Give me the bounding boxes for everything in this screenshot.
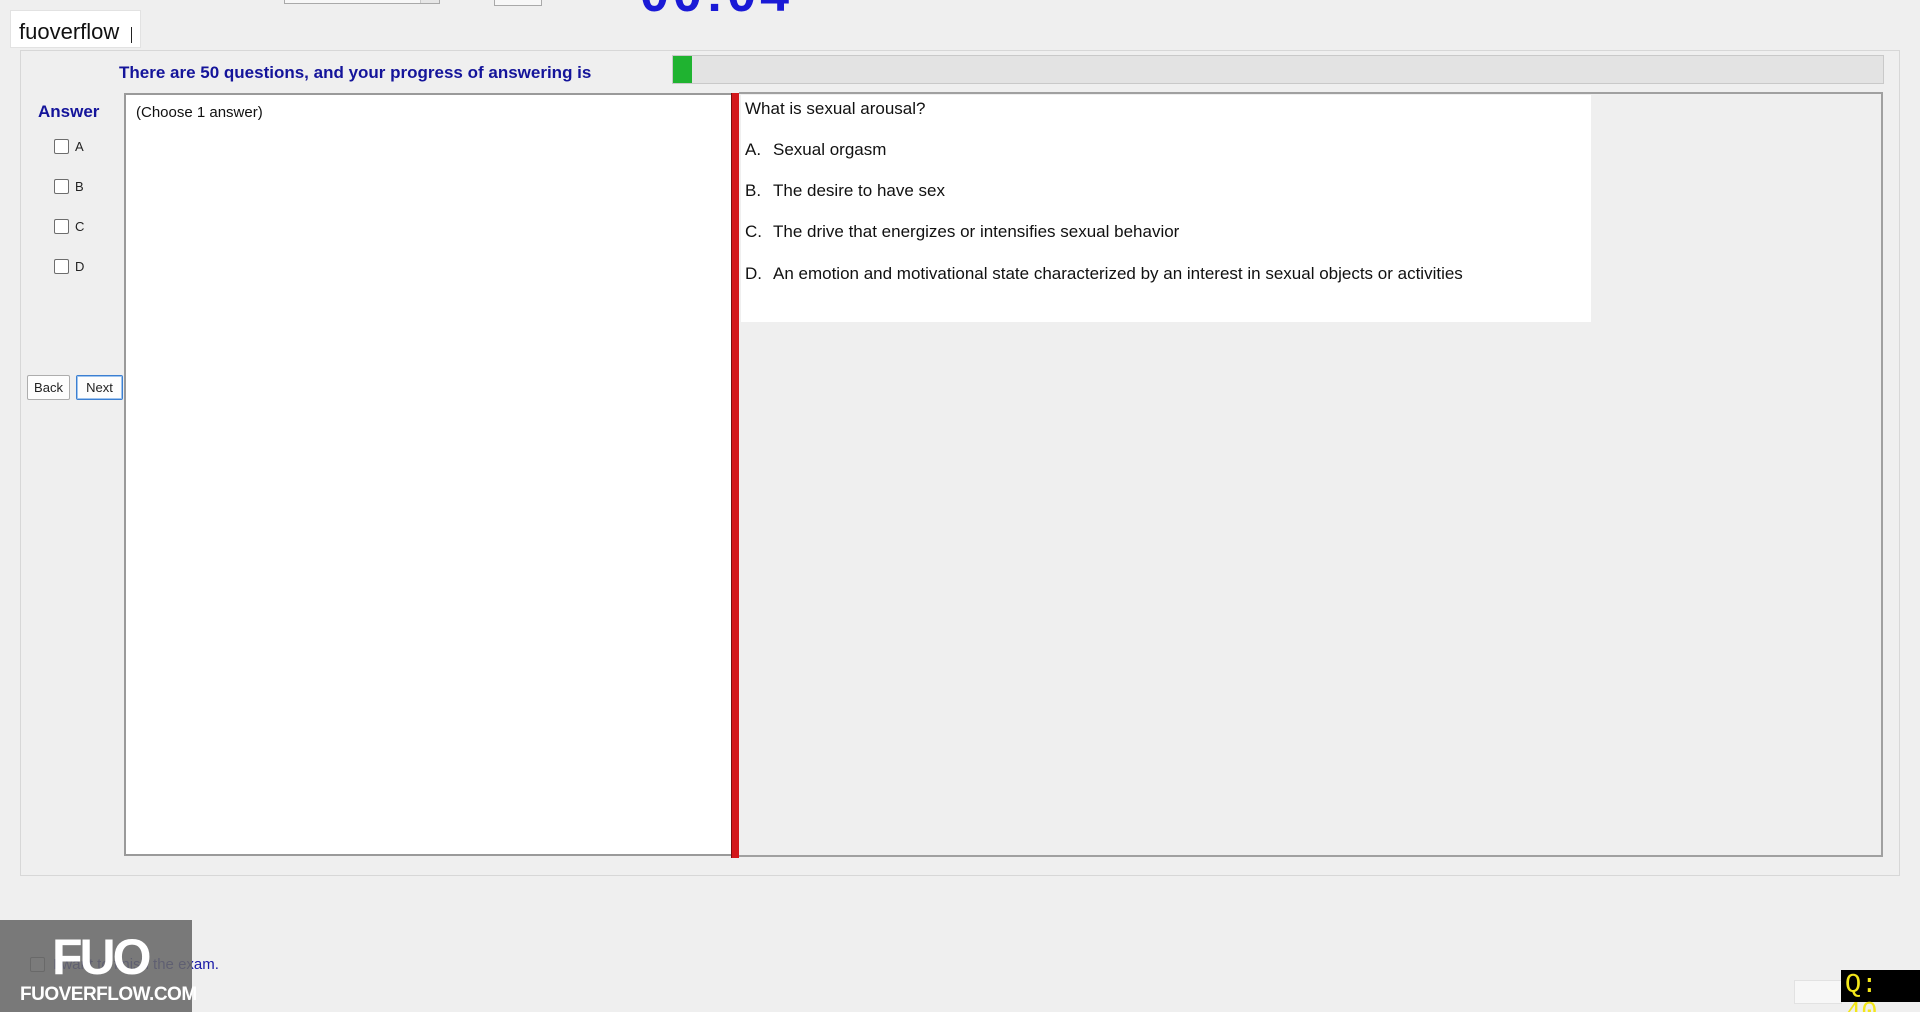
splitter-handle[interactable] (731, 93, 739, 858)
text-caret (131, 27, 133, 43)
checkbox-a[interactable] (54, 139, 69, 154)
logo-text: FUOVERFLOW.COM (20, 984, 197, 1005)
choice-text: The drive that energizes or intensifies … (773, 222, 1180, 241)
answer-option-a[interactable]: A (54, 139, 84, 154)
choice-text: An emotion and motivational state charac… (773, 264, 1463, 283)
option-label-b: B (75, 179, 84, 194)
choice-letter: D. (745, 264, 762, 283)
choice-letter: A. (745, 140, 762, 159)
top-small-field[interactable] (494, 0, 542, 6)
question-box: What is sexual arousal? A. Sexual orgasm … (741, 95, 1591, 322)
question-number-field[interactable] (1794, 980, 1842, 1004)
option-label-d: D (75, 259, 85, 274)
answer-pane: (Choose 1 answer) (124, 93, 733, 856)
next-button[interactable]: Next (76, 375, 123, 400)
choice-text: Sexual orgasm (773, 140, 887, 159)
option-label-c: C (75, 219, 85, 234)
answer-title: Answer (38, 102, 100, 121)
choice-d: D. An emotion and motivational state char… (745, 264, 1463, 284)
back-button[interactable]: Back (27, 375, 70, 400)
watermark-text: fuoverflow (19, 19, 120, 44)
question-text: What is sexual arousal? (745, 99, 926, 118)
top-combo-box[interactable] (284, 0, 440, 4)
checkbox-d[interactable] (54, 259, 69, 274)
answer-option-c[interactable]: C (54, 219, 84, 234)
progress-bar (672, 55, 1884, 84)
choice-a: A. Sexual orgasm (745, 140, 886, 160)
choice-b: B. The desire to have sex (745, 181, 945, 201)
option-label-a: A (75, 139, 84, 154)
answer-option-d[interactable]: D (54, 259, 84, 274)
progress-fill (673, 56, 693, 83)
watermark-text-box[interactable]: fuoverflow (10, 10, 141, 48)
answer-option-b[interactable]: B (54, 179, 84, 194)
fuoverflow-logo: FUO FUOVERFLOW.COM (0, 920, 197, 1012)
progress-label: There are 50 questions, and your progres… (119, 63, 592, 82)
choose-hint: (Choose 1 answer) (136, 104, 263, 121)
choice-text: The desire to have sex (773, 181, 945, 200)
logo-mark: FUO (52, 929, 152, 985)
choice-letter: C. (745, 222, 762, 241)
timer-display: 00:04 (640, 0, 793, 24)
choice-c: C. The drive that energizes or intensifie… (745, 222, 1179, 242)
checkbox-b[interactable] (54, 179, 69, 194)
question-count-badge: Q: 40 (1841, 970, 1920, 1012)
choice-letter: B. (745, 181, 762, 200)
checkbox-c[interactable] (54, 219, 69, 234)
